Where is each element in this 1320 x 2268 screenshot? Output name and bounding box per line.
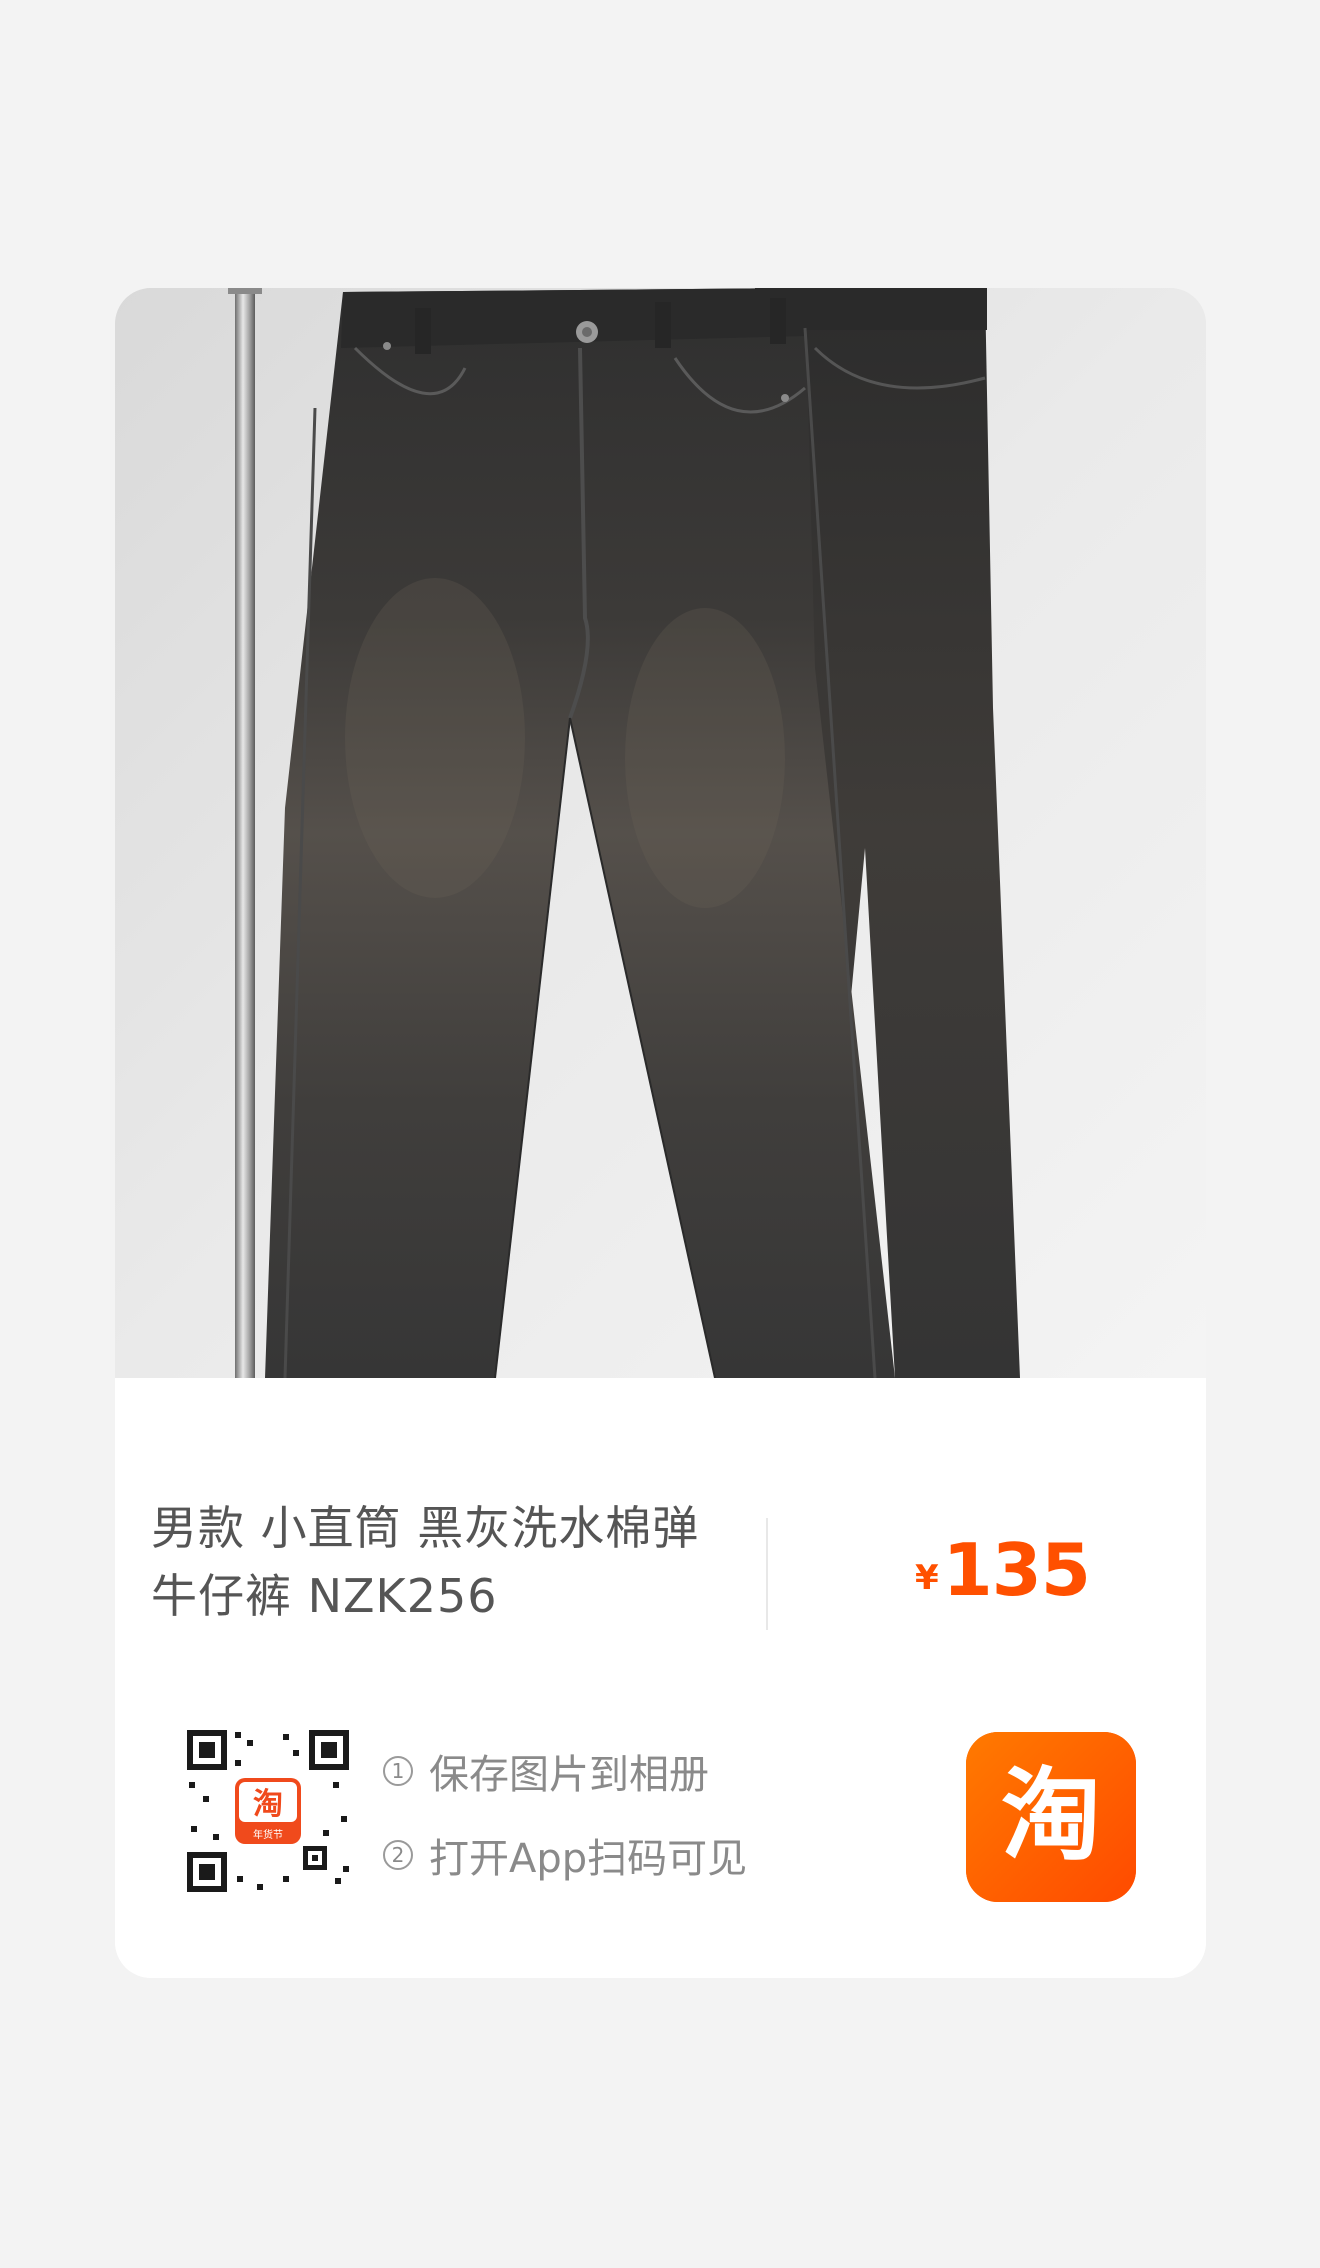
step-number-icon: 2 (383, 1840, 413, 1870)
qr-code-icon: 淘 年货节 (183, 1726, 353, 1896)
product-title: 男款 小直筒 黑灰洗水棉弹牛仔裤 NZK256 (151, 1501, 700, 1623)
product-image[interactable] (115, 288, 1206, 1378)
price-amount: 135 (942, 1528, 1091, 1612)
product-price: ¥135 (915, 1528, 1091, 1612)
taobao-logo-text: 淘 (1001, 1757, 1101, 1874)
step-number-icon: 1 (383, 1756, 413, 1786)
divider (766, 1518, 768, 1630)
step-text: 保存图片到相册 (429, 1752, 709, 1798)
qr-center-logo: 淘 (253, 1787, 283, 1822)
taobao-logo-icon: 淘 (966, 1732, 1136, 1902)
qr-code[interactable]: 淘 年货节 (183, 1726, 353, 1896)
price-currency: ¥ (915, 1558, 939, 1598)
share-steps: 1 保存图片到相册 2 打开App扫码可见 (383, 1742, 747, 1910)
step-text: 打开App扫码可见 (429, 1836, 748, 1882)
jeans-photo (115, 288, 1206, 1378)
qr-center-sub: 年货节 (253, 1828, 283, 1841)
step-open-app: 2 打开App扫码可见 (383, 1826, 747, 1884)
step-save-image: 1 保存图片到相册 (383, 1742, 747, 1800)
product-share-card: 男款 小直筒 黑灰洗水棉弹牛仔裤 NZK256 ¥135 淘 年货节 1 保存图… (115, 288, 1206, 1978)
product-info: 男款 小直筒 黑灰洗水棉弹牛仔裤 NZK256 ¥135 淘 年货节 1 保存图… (115, 1378, 1206, 1978)
taobao-app-icon[interactable]: 淘 (966, 1732, 1136, 1902)
